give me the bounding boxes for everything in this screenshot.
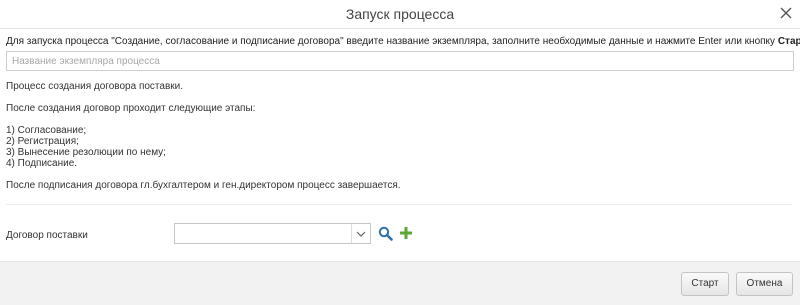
cancel-button[interactable]: Отмена: [736, 272, 793, 296]
close-icon[interactable]: [779, 6, 793, 20]
process-description: Процесс создания договора поставки. Посл…: [6, 81, 792, 191]
dialog-footer: Старт Отмена: [0, 261, 800, 305]
divider: [6, 204, 792, 205]
step-item: 3) Вынесение резолюции по нему;: [6, 147, 166, 158]
search-icon[interactable]: [378, 226, 393, 241]
plus-icon[interactable]: [399, 226, 413, 240]
step-item: 4) Подписание.: [6, 158, 78, 169]
combobox-dropdown-button[interactable]: [351, 224, 370, 243]
contract-combobox-value: [179, 228, 348, 240]
dialog-header: Запуск процесса: [0, 0, 800, 29]
description-line: Процесс создания договора поставки.: [6, 81, 183, 92]
instruction-start-word: Старт: [777, 36, 800, 47]
instruction-text: Для запуска процесса "Создание, согласов…: [6, 36, 800, 47]
description-line: После подписания договора гл.бухгалтером…: [6, 180, 401, 191]
dialog-body: Для запуска процесса "Создание, согласов…: [0, 29, 800, 261]
contract-field-label: Договор поставки: [6, 230, 88, 241]
start-button[interactable]: Старт: [681, 272, 729, 296]
instance-name-input[interactable]: [6, 51, 794, 71]
contract-combobox[interactable]: [174, 223, 371, 244]
instruction-main: Для запуска процесса "Создание, согласов…: [6, 36, 778, 47]
dialog-title: Запуск процесса: [345, 6, 455, 22]
step-item: 2) Регистрация;: [6, 136, 79, 147]
step-item: 1) Согласование;: [6, 125, 87, 136]
start-process-dialog: Запуск процесса Для запуска процесса "Со…: [0, 0, 800, 305]
chevron-down-icon: [356, 231, 366, 237]
description-line: После создания договор проходит следующи…: [6, 103, 256, 114]
